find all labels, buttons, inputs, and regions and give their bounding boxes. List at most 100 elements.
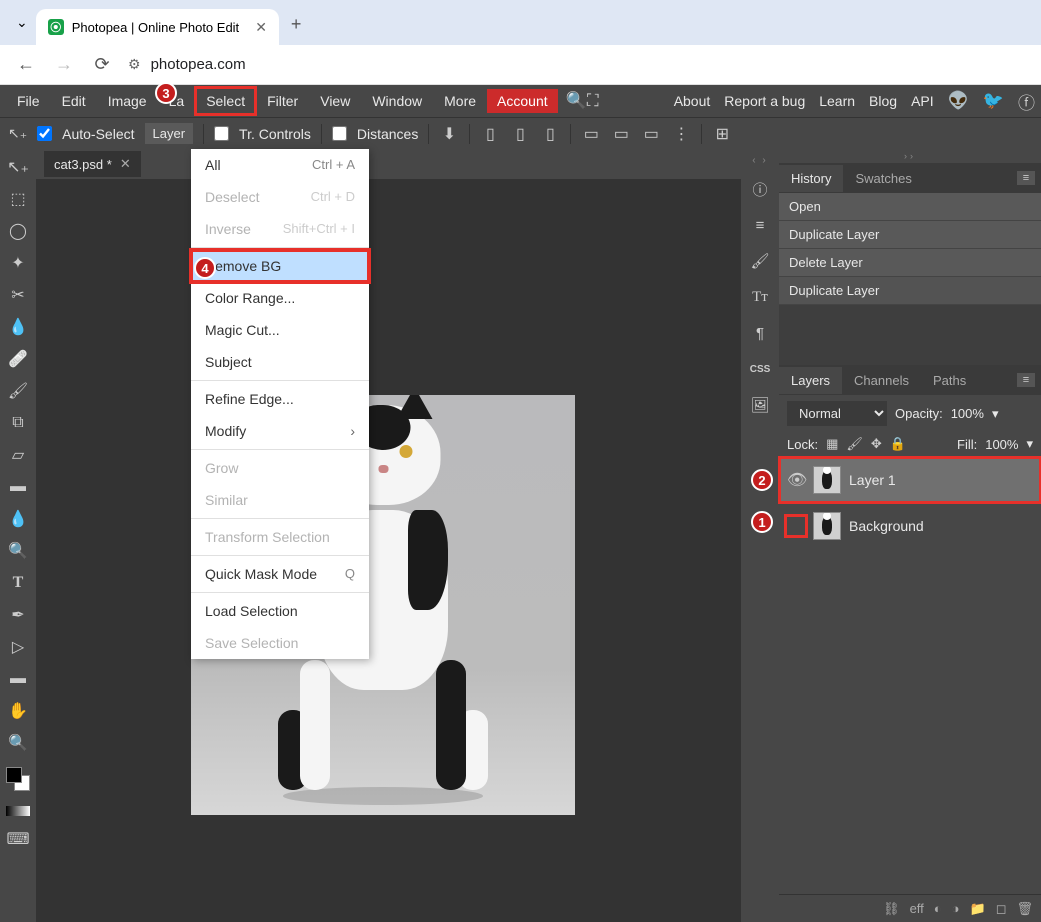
opacity-dropdown-icon[interactable]: ▾	[992, 406, 999, 422]
panel-handle[interactable]: ››	[779, 149, 1041, 163]
layer-thumbnail[interactable]	[813, 512, 841, 540]
layer-thumbnail[interactable]	[813, 466, 841, 494]
fg-color-swatch[interactable]	[6, 767, 22, 783]
clone-tool-icon[interactable]: ⧉	[4, 411, 32, 434]
dropdown-item[interactable]: Load Selection	[191, 595, 369, 627]
align-right-icon[interactable]: ▯	[540, 124, 560, 144]
layer-name[interactable]: Background	[849, 518, 924, 534]
dropdown-item[interactable]: Color Range...	[191, 282, 369, 314]
layer-effects-icon[interactable]: eff	[910, 901, 924, 916]
magic-wand-tool-icon[interactable]: ✦	[4, 251, 32, 274]
blend-mode-select[interactable]: Normal	[787, 401, 887, 426]
keyboard-icon[interactable]: ⌨	[6, 829, 29, 849]
link-report-bug[interactable]: Report a bug	[724, 93, 805, 109]
tab-history[interactable]: History	[779, 165, 843, 192]
pen-tool-icon[interactable]: ✒	[4, 603, 32, 626]
link-api[interactable]: API	[911, 93, 934, 109]
reddit-icon[interactable]: 👽	[948, 91, 969, 111]
facebook-icon[interactable]: ⓕ	[1018, 89, 1035, 114]
type-tool-icon[interactable]: T	[4, 571, 32, 594]
new-tab-button[interactable]: +	[279, 14, 314, 35]
new-folder-icon[interactable]: 📁	[970, 901, 986, 917]
menu-image[interactable]: Image	[97, 87, 158, 115]
menu-more[interactable]: More	[433, 87, 487, 115]
layer-target-select[interactable]: Layer	[145, 123, 194, 144]
shape-tool-icon[interactable]: ▬	[4, 667, 32, 690]
new-layer-icon[interactable]: ◻	[996, 901, 1007, 917]
menu-window[interactable]: Window	[361, 87, 433, 115]
panel-menu-icon[interactable]: ≡	[1017, 373, 1035, 387]
panel-menu-icon[interactable]: ≡	[1017, 171, 1035, 185]
canvas-background[interactable]	[36, 179, 741, 922]
healing-tool-icon[interactable]: 🩹	[4, 347, 32, 370]
eyedropper-tool-icon[interactable]: 💧	[4, 315, 32, 338]
link-layers-icon[interactable]: ⛓	[883, 901, 900, 917]
dropdown-item[interactable]: Quick Mask ModeQ	[191, 558, 369, 590]
align-bottom-icon[interactable]: ▭	[641, 124, 661, 144]
gradient-tool-icon[interactable]: ▬	[4, 475, 32, 498]
opacity-value[interactable]: 100%	[951, 406, 984, 421]
paragraph-panel-icon[interactable]: ¶	[747, 320, 773, 346]
delete-layer-icon[interactable]: 🗑	[1016, 901, 1033, 917]
tab-list-dropdown[interactable]: ⌄	[8, 14, 36, 31]
align-center-h-icon[interactable]: ▯	[510, 124, 530, 144]
site-info-icon[interactable]: ⚙	[128, 56, 141, 73]
history-item[interactable]: Open	[779, 193, 1041, 221]
visibility-toggle-icon[interactable]	[787, 517, 805, 535]
dodge-tool-icon[interactable]: 🔍	[4, 539, 32, 562]
twitter-icon[interactable]: 🐦	[983, 91, 1004, 111]
lock-position-icon[interactable]: ✥	[871, 436, 882, 452]
tab-channels[interactable]: Channels	[842, 367, 921, 394]
distribute-icon[interactable]: ⋮	[671, 124, 691, 144]
fill-value[interactable]: 100%	[985, 437, 1018, 452]
marquee-tool-icon[interactable]: ⬚	[4, 187, 32, 210]
lock-pixels-icon[interactable]: 🖌	[846, 436, 863, 452]
link-learn[interactable]: Learn	[819, 93, 855, 109]
layer-row[interactable]: Background	[779, 503, 1041, 549]
menu-view[interactable]: View	[309, 87, 361, 115]
adjustment-layer-icon[interactable]: ◑	[952, 901, 960, 916]
info-panel-icon[interactable]: ⓘ	[747, 176, 773, 202]
align-top-icon[interactable]: ▭	[581, 124, 601, 144]
hand-tool-icon[interactable]: ✋	[4, 699, 32, 722]
dropdown-item[interactable]: Modify›	[191, 415, 369, 447]
tab-swatches[interactable]: Swatches	[843, 165, 923, 192]
visibility-toggle-icon[interactable]: 👁	[787, 470, 805, 490]
tab-paths[interactable]: Paths	[921, 367, 978, 394]
fullscreen-icon[interactable]: ⛶	[587, 91, 599, 111]
dock-handle[interactable]: ‹ ›	[752, 155, 767, 166]
align-left-icon[interactable]: ▯	[480, 124, 500, 144]
menu-account[interactable]: Account	[487, 89, 558, 113]
crop-tool-icon[interactable]: ✂	[4, 283, 32, 306]
history-item[interactable]: Duplicate Layer	[779, 221, 1041, 249]
auto-select-checkbox[interactable]	[37, 126, 52, 141]
menu-filter[interactable]: Filter	[256, 87, 309, 115]
align-center-v-icon[interactable]: ▭	[611, 124, 631, 144]
back-button[interactable]: ←	[14, 54, 38, 75]
history-item[interactable]: Duplicate Layer	[779, 277, 1041, 305]
document-tab[interactable]: cat3.psd * ✕	[44, 151, 141, 177]
lasso-tool-icon[interactable]: ◯	[4, 219, 32, 242]
layer-name[interactable]: Layer 1	[849, 472, 896, 488]
layer-mask-icon[interactable]: ◐	[934, 901, 942, 916]
fill-dropdown-icon[interactable]: ▾	[1026, 436, 1033, 452]
eraser-tool-icon[interactable]: ▱	[4, 443, 32, 466]
lock-all-icon[interactable]: 🔒	[890, 436, 906, 452]
brush-panel-icon[interactable]: 🖌	[747, 248, 773, 274]
distances-checkbox[interactable]	[332, 126, 347, 141]
image-panel-icon[interactable]: 🖼	[747, 392, 773, 418]
menu-file[interactable]: File	[6, 87, 51, 115]
dropdown-item[interactable]: Refine Edge...	[191, 383, 369, 415]
dropdown-item[interactable]: Magic Cut...	[191, 314, 369, 346]
quick-mask-icon[interactable]	[6, 806, 30, 816]
menu-select[interactable]: Select	[195, 87, 256, 115]
close-document-icon[interactable]: ✕	[120, 156, 131, 172]
history-item[interactable]: Delete Layer	[779, 249, 1041, 277]
dropdown-item[interactable]: Subject	[191, 346, 369, 378]
link-blog[interactable]: Blog	[869, 93, 897, 109]
adjustments-panel-icon[interactable]: ≡	[747, 212, 773, 238]
zoom-tool-icon[interactable]: 🔍	[4, 731, 32, 754]
forward-button[interactable]: →	[52, 54, 76, 75]
browser-tab[interactable]: ⦿ Photopea | Online Photo Edit ✕	[36, 9, 279, 45]
color-swatches[interactable]	[6, 767, 30, 791]
